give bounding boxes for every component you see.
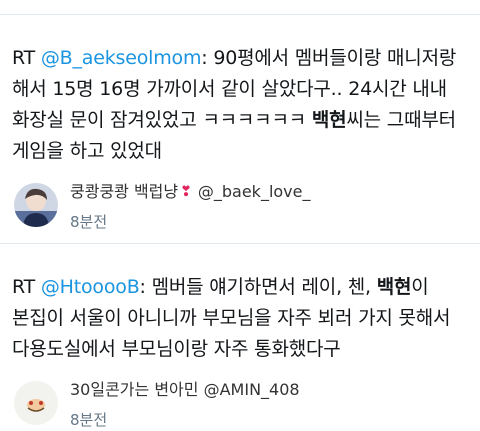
author-row[interactable]: 쿵쾅쿵쾅 백럽냥 ❣ @_baek_love_ 8분전 [12, 181, 460, 233]
tweet-text: RT @HtooooB: 멤버들 얘기하면서 레이, 첸, 백현이 본집이 서울… [12, 272, 460, 365]
avatar[interactable] [14, 183, 58, 227]
highlight-keyword: 백현 [376, 276, 412, 298]
mention-link[interactable]: @B_aekseolmom [41, 47, 202, 69]
author-row[interactable]: 30일콘가는 변아민 @AMIN_408 8분전 [12, 379, 460, 431]
author-meta: 30일콘가는 변아민 @AMIN_408 8분전 [70, 379, 300, 431]
avatar-illustration-icon [14, 381, 58, 425]
tweet-item[interactable]: RT @HtooooB: 멤버들 얘기하면서 레이, 첸, 백현이 본집이 서울… [0, 244, 480, 431]
tweet-item[interactable]: RT @B_aekseolmom: 90평에서 멤버들이랑 매니저랑 해서 15… [0, 15, 480, 243]
tweet-text: RT @B_aekseolmom: 90평에서 멤버들이랑 매니저랑 해서 15… [12, 43, 460, 167]
author-name[interactable]: 쿵쾅쿵쾅 백럽냥 [70, 181, 178, 203]
author-meta: 쿵쾅쿵쾅 백럽냥 ❣ @_baek_love_ 8분전 [70, 181, 311, 233]
mention-link[interactable]: @HtooooB [41, 276, 140, 298]
tweet-text-before: : 멤버들 얘기하면서 레이, 첸, [139, 276, 377, 298]
highlight-keyword: 백현 [311, 109, 347, 131]
tweet-feed: RT @B_aekseolmom: 90평에서 멤버들이랑 매니저랑 해서 15… [0, 0, 480, 430]
author-handle[interactable]: @AMIN_408 [204, 379, 300, 401]
avatar[interactable] [14, 381, 58, 425]
author-handle[interactable]: @_baek_love_ [198, 181, 311, 203]
avatar-person-photo-icon [14, 183, 58, 227]
author-name-line: 30일콘가는 변아민 @AMIN_408 [70, 379, 300, 401]
retweet-prefix: RT [12, 47, 36, 69]
top-spacer [0, 0, 480, 14]
retweet-prefix: RT [12, 276, 36, 298]
author-name-line: 쿵쾅쿵쾅 백럽냥 ❣ @_baek_love_ [70, 181, 311, 203]
heart-exclamation-icon: ❣ [180, 184, 192, 200]
author-name[interactable]: 30일콘가는 변아민 [70, 379, 199, 401]
timestamp: 8분전 [70, 411, 108, 429]
timestamp: 8분전 [70, 213, 108, 231]
